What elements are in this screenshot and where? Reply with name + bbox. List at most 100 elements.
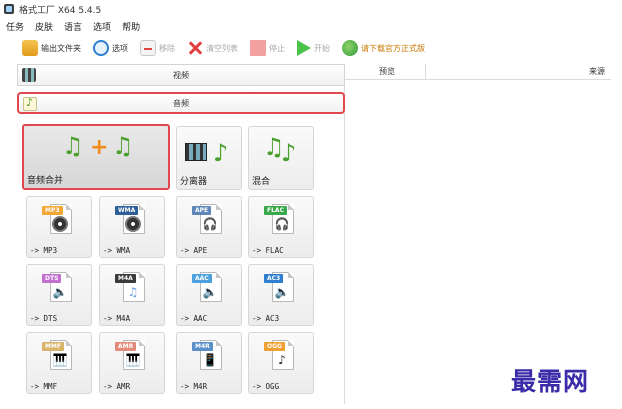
tile-label: -> MP3 bbox=[30, 246, 58, 255]
category-audio[interactable]: 音频 bbox=[17, 92, 345, 114]
tile-label: 分离器 bbox=[180, 177, 208, 187]
badge-amr: AMR bbox=[115, 342, 137, 351]
task-list-panel: 预览 来源 bbox=[345, 64, 611, 404]
music-note-icon: ♪ bbox=[278, 353, 286, 367]
category-video[interactable]: 视频 bbox=[17, 64, 345, 86]
start-button[interactable]: 开始 bbox=[297, 37, 330, 59]
window-title: 格式工厂 X64 5.4.5 bbox=[19, 5, 102, 16]
headphones-icon: 🎧 bbox=[202, 217, 218, 231]
tile-m4r[interactable]: M4R 📱 -> M4R bbox=[176, 332, 242, 394]
title-bar: 格式工厂 X64 5.4.5 bbox=[0, 0, 622, 18]
tile-label: -> DTS bbox=[30, 314, 58, 323]
mix-icon-right: ♪ bbox=[281, 139, 297, 167]
tile-ac3[interactable]: AC3 🔈 -> AC3 bbox=[248, 264, 314, 326]
tile-label: -> AAC bbox=[180, 314, 208, 323]
badge-mp3: MP3 bbox=[42, 206, 63, 215]
stop-button[interactable]: 停止 bbox=[250, 37, 285, 59]
badge-m4a: M4A bbox=[115, 274, 136, 283]
menu-item-help[interactable]: 帮助 bbox=[122, 20, 140, 33]
tile-mix[interactable]: ♫ ♪ 混合 bbox=[248, 126, 314, 190]
tile-label: 混合 bbox=[252, 177, 271, 187]
task-list-header: 预览 来源 bbox=[345, 64, 611, 80]
speaker-icon: 🔈 bbox=[202, 285, 218, 299]
menu-item-language[interactable]: 语言 bbox=[64, 20, 82, 33]
badge-ape: APE bbox=[192, 206, 212, 215]
column-header-preview[interactable]: 预览 bbox=[379, 66, 395, 77]
disc-icon bbox=[52, 216, 68, 232]
tile-audio-merge[interactable]: ♫ + ♫ 音频合并 bbox=[22, 124, 170, 190]
badge-wma: WMA bbox=[115, 206, 139, 215]
tile-flac[interactable]: FLAC 🎧 -> FLAC bbox=[248, 196, 314, 258]
menu-bar: 任务 皮肤 语言 选项 帮助 bbox=[0, 18, 151, 34]
splitter-icon bbox=[185, 143, 207, 161]
tile-m4a[interactable]: M4A ♫ -> M4A bbox=[99, 264, 165, 326]
film-icon bbox=[22, 68, 36, 82]
remove-label: 移除 bbox=[159, 43, 175, 53]
download-link-label: 请下载官方正式版 bbox=[361, 43, 425, 53]
badge-aac: AAC bbox=[192, 274, 212, 283]
options-button[interactable]: 选项 bbox=[93, 37, 128, 59]
tile-label: -> M4R bbox=[180, 382, 208, 391]
remove-button[interactable]: 移除 bbox=[140, 37, 175, 59]
output-folder-button[interactable]: 输出文件夹 bbox=[22, 37, 81, 59]
keyboard-icon: 🎹 bbox=[125, 353, 141, 367]
audio-merge-icon: ♫ bbox=[62, 132, 84, 160]
tile-ape[interactable]: APE 🎧 -> APE bbox=[176, 196, 242, 258]
tile-label: -> MMF bbox=[30, 382, 58, 391]
badge-mmf: MMF bbox=[42, 342, 65, 351]
tile-label: -> APE bbox=[180, 246, 208, 255]
clear-list-button[interactable]: 清空列表 bbox=[187, 37, 238, 59]
tile-amr[interactable]: AMR 🎹 -> AMR bbox=[99, 332, 165, 394]
stop-label: 停止 bbox=[269, 43, 285, 53]
folder-icon bbox=[22, 40, 38, 56]
badge-flac: FLAC bbox=[264, 206, 287, 215]
tile-label: -> AC3 bbox=[252, 314, 280, 323]
badge-dts: DTS bbox=[42, 274, 62, 283]
menu-item-task[interactable]: 任务 bbox=[6, 20, 24, 33]
toolbar: 输出文件夹 选项 移除 清空列表 停止 开始 请下载官方正式版 bbox=[0, 34, 622, 62]
remove-icon bbox=[140, 40, 156, 56]
speaker-icon: 🔈 bbox=[274, 285, 290, 299]
tile-splitter[interactable]: ♪ 分离器 bbox=[176, 126, 242, 190]
music-note-icon: ♪ bbox=[213, 139, 229, 167]
badge-ac3: AC3 bbox=[264, 274, 284, 283]
menu-item-skin[interactable]: 皮肤 bbox=[35, 20, 53, 33]
start-label: 开始 bbox=[314, 43, 330, 53]
tile-label: -> AMR bbox=[103, 382, 131, 391]
tile-mp3[interactable]: MP3 -> MP3 bbox=[26, 196, 92, 258]
column-divider[interactable] bbox=[425, 64, 426, 80]
badge-ogg: OGG bbox=[264, 342, 285, 351]
watermark: 最需网 bbox=[511, 367, 590, 396]
audio-merge-icon-right: ♫ bbox=[112, 132, 134, 160]
clear-list-label: 清空列表 bbox=[206, 43, 238, 53]
headphones-icon: 🎧 bbox=[274, 217, 290, 231]
options-label: 选项 bbox=[112, 43, 128, 53]
speaker-icon: 🔈 bbox=[52, 285, 68, 299]
tile-label: -> M4A bbox=[103, 314, 131, 323]
tile-label: -> OGG bbox=[252, 382, 280, 391]
plus-icon: + bbox=[90, 135, 109, 160]
clear-icon bbox=[187, 40, 203, 56]
tile-mmf[interactable]: MMF 🎹 -> MMF bbox=[26, 332, 92, 394]
tile-label: 音频合并 bbox=[27, 176, 64, 186]
category-video-label: 视频 bbox=[173, 70, 189, 80]
tile-dts[interactable]: DTS 🔈 -> DTS bbox=[26, 264, 92, 326]
options-icon bbox=[93, 40, 109, 56]
tile-wma[interactable]: WMA -> WMA bbox=[99, 196, 165, 258]
disc-icon bbox=[125, 216, 141, 232]
globe-icon bbox=[342, 40, 358, 56]
tile-label: -> WMA bbox=[103, 246, 131, 255]
badge-m4r: M4R bbox=[192, 342, 213, 351]
tile-aac[interactable]: AAC 🔈 -> AAC bbox=[176, 264, 242, 326]
phone-icon: 📱 bbox=[202, 353, 218, 367]
tile-label: -> FLAC bbox=[252, 246, 284, 255]
category-audio-label: 音频 bbox=[173, 98, 189, 108]
menu-item-options[interactable]: 选项 bbox=[93, 20, 111, 33]
download-official-link[interactable]: 请下载官方正式版 bbox=[342, 37, 425, 59]
stop-icon bbox=[250, 40, 266, 56]
function-panel: 视频 音频 ♫ + ♫ 音频合并 ♪ 分离器 ♫ ♪ 混合 MP3 -> MP3… bbox=[17, 64, 345, 404]
tile-ogg[interactable]: OGG ♪ -> OGG bbox=[248, 332, 314, 394]
output-folder-label: 输出文件夹 bbox=[41, 43, 81, 53]
column-header-source[interactable]: 来源 bbox=[589, 66, 605, 77]
keyboard-icon: 🎹 bbox=[52, 353, 68, 367]
